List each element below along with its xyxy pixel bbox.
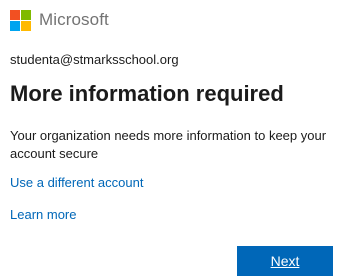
page-description: Your organization needs more information… bbox=[10, 128, 327, 161]
learn-more-link[interactable]: Learn more bbox=[10, 207, 76, 222]
next-button[interactable]: Next bbox=[237, 246, 333, 276]
logo-square-blue bbox=[10, 20, 20, 31]
sign-in-panel: Microsoft studenta@stmarksschool.org Mor… bbox=[0, 0, 337, 276]
microsoft-logo-icon bbox=[10, 9, 31, 31]
logo-square-red bbox=[10, 9, 20, 20]
page-title: More information required bbox=[10, 81, 284, 106]
brand-name: Microsoft bbox=[39, 10, 109, 29]
account-email: studenta@stmarksschool.org bbox=[10, 52, 179, 67]
logo-square-green bbox=[21, 9, 31, 20]
brand-header: Microsoft bbox=[10, 9, 109, 31]
use-different-account-link[interactable]: Use a different account bbox=[10, 175, 143, 190]
logo-square-yellow bbox=[21, 20, 31, 31]
